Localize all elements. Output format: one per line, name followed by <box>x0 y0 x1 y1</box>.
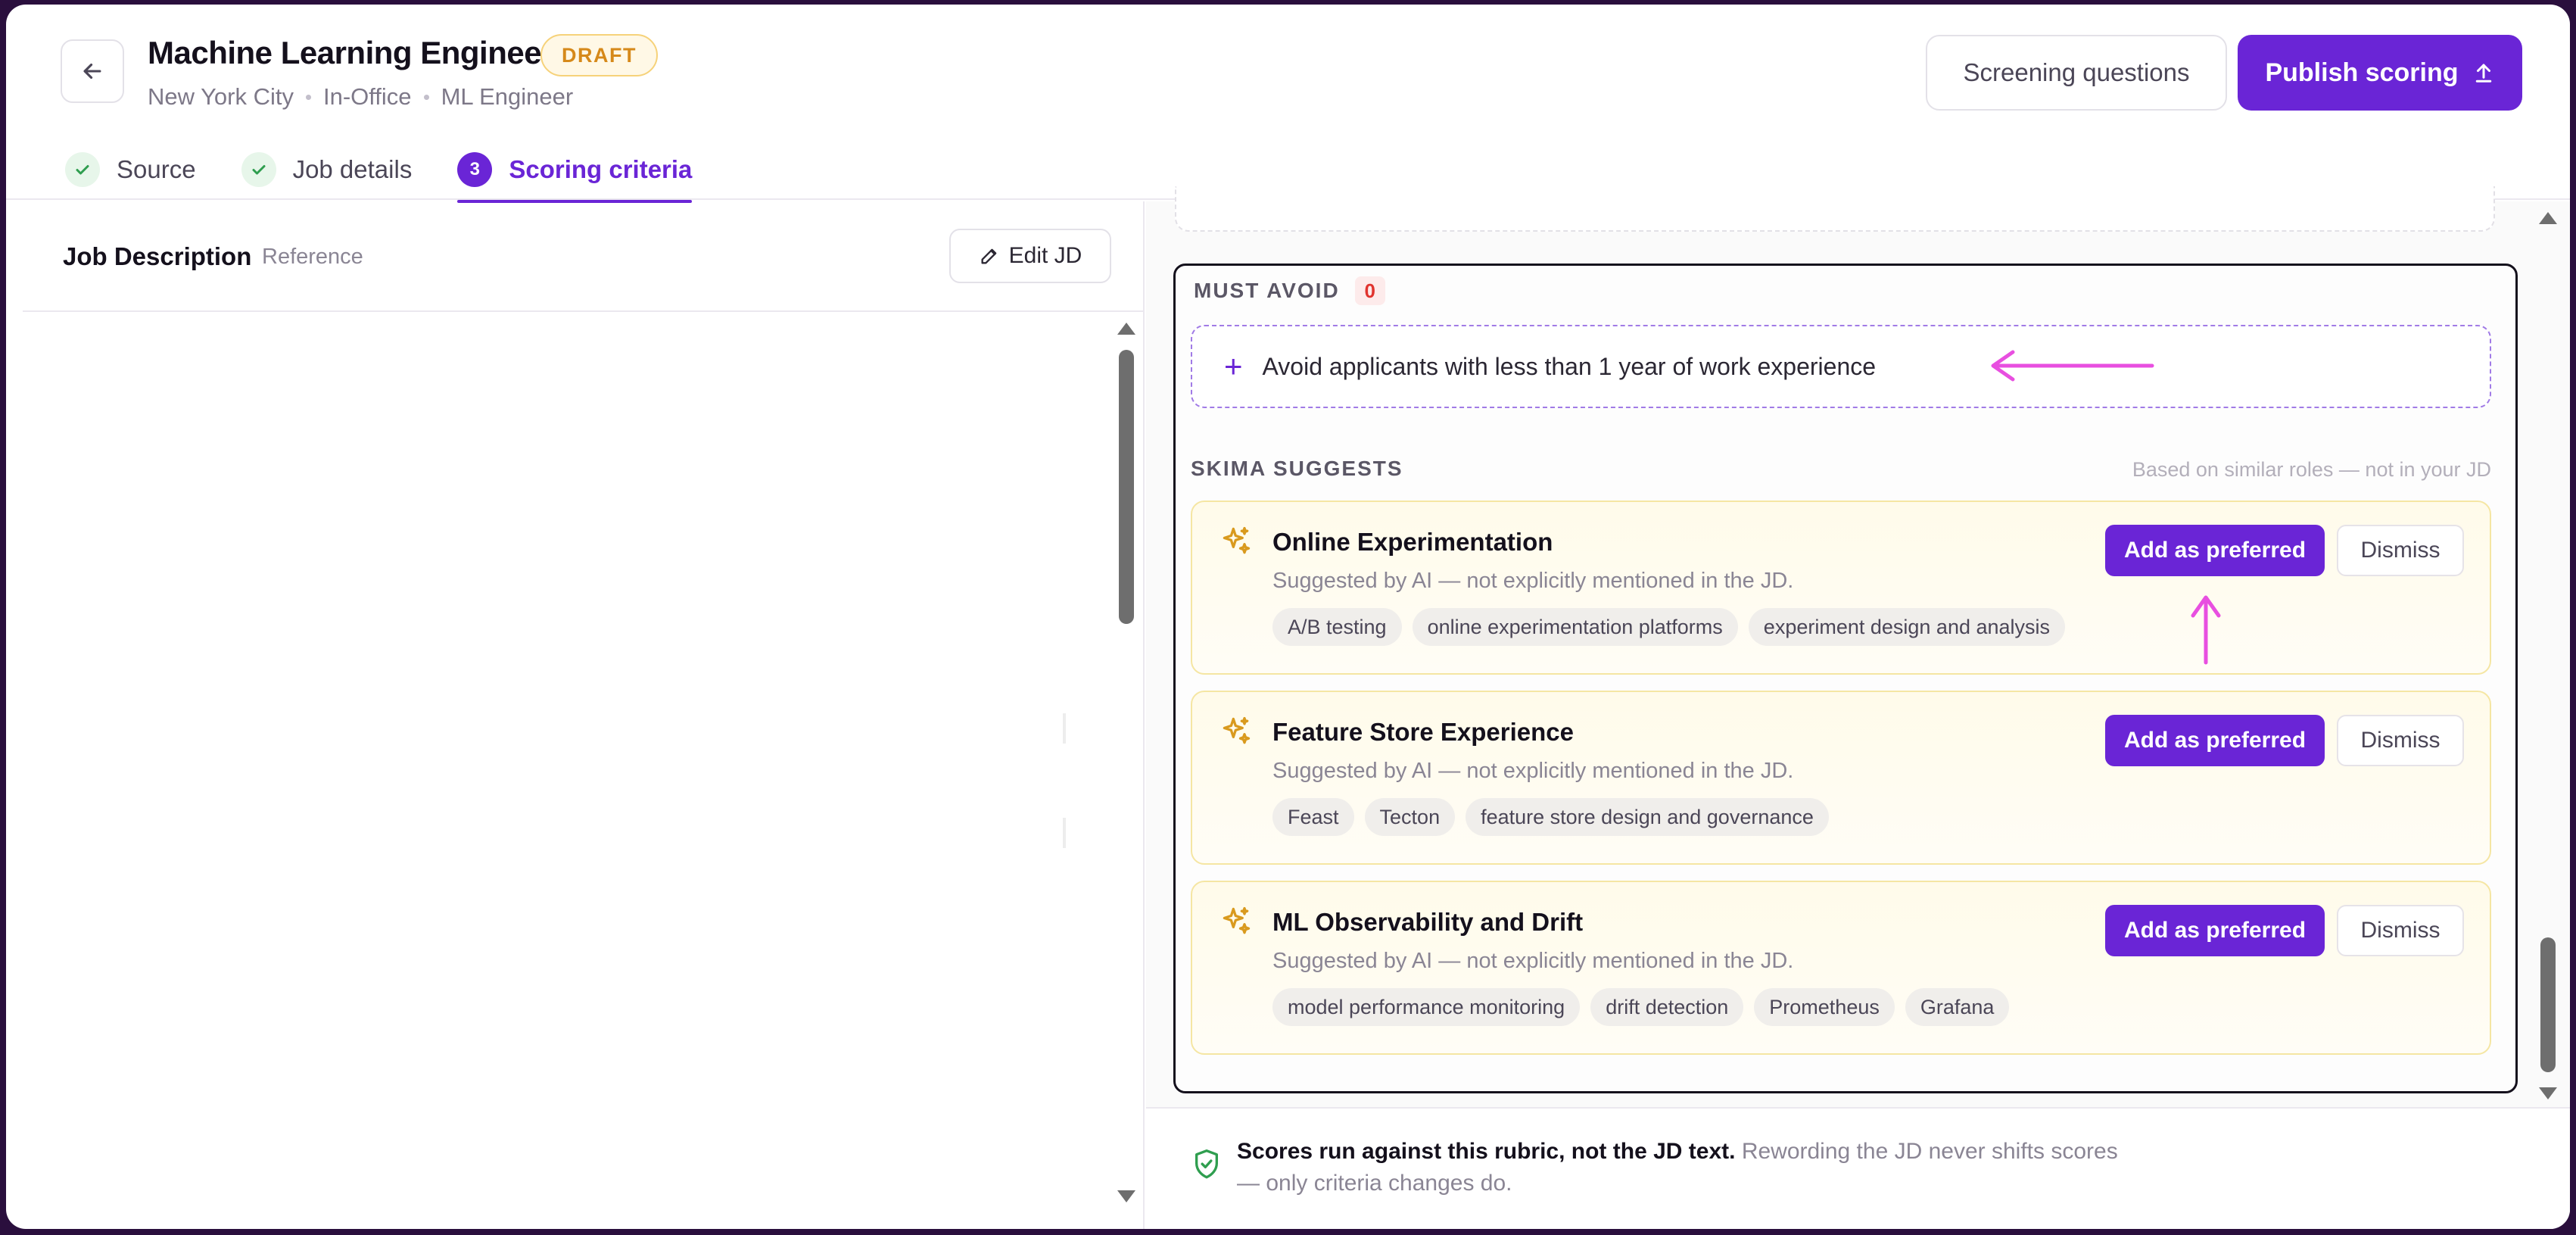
add-as-preferred-button[interactable]: Add as preferred <box>2105 525 2325 576</box>
scroll-up-icon[interactable] <box>1116 320 1137 338</box>
tab-scoring-criteria[interactable]: 3 Scoring criteria <box>457 139 693 203</box>
suggestion-title: ML Observability and Drift <box>1272 908 1584 936</box>
app-window: Machine Learning Engineer DRAFT New York… <box>6 5 2570 1229</box>
step-number-badge: 3 <box>457 152 493 187</box>
must-avoid-input-text: Avoid applicants with less than 1 year o… <box>1262 352 1877 380</box>
suggestion-tags: model performance monitoring drift detec… <box>1272 988 2010 1026</box>
publish-scoring-label: Publish scoring <box>2265 58 2459 87</box>
scrollbar-thumb[interactable] <box>2540 937 2556 1072</box>
shield-check-icon <box>1195 1149 1218 1179</box>
tab-job-details[interactable]: Job details <box>241 139 413 200</box>
job-description-panel: Job Description Reference Edit JD <box>23 201 1145 1229</box>
check-icon <box>65 152 100 187</box>
add-as-preferred-button[interactable]: Add as preferred <box>2105 905 2325 956</box>
dismiss-button[interactable]: Dismiss <box>2337 715 2464 766</box>
rubric-footer-text: Scores run against this rubric, not the … <box>1237 1136 2145 1199</box>
skill-tag: Grafana <box>1905 988 2010 1026</box>
skill-tag: online experimentation platforms <box>1412 608 1738 646</box>
suggestion-tags: A/B testing online experimentation platf… <box>1272 608 2066 646</box>
scrollbar-thumb[interactable] <box>1119 350 1134 624</box>
separator-dot <box>423 94 429 100</box>
suggestion-title: Online Experimentation <box>1272 528 1553 556</box>
suggestion-card: Feature Store Experience Suggested by AI… <box>1191 691 2491 865</box>
scroll-down-icon[interactable] <box>2537 1084 2559 1102</box>
suggestion-subtitle: Suggested by AI — not explicitly mention… <box>1272 569 1794 593</box>
job-description-header: Job Description Reference Edit JD <box>23 201 1143 312</box>
divider <box>1063 818 1066 848</box>
status-badge: DRAFT <box>540 34 658 76</box>
suggestion-title: Feature Store Experience <box>1272 718 1574 746</box>
skill-tag: A/B testing <box>1272 608 1402 646</box>
pencil-icon <box>981 248 996 264</box>
arrow-left-icon <box>83 63 101 80</box>
separator-dot <box>305 94 311 100</box>
must-avoid-title: MUST AVOID <box>1194 279 1340 302</box>
scroll-up-icon[interactable] <box>2537 209 2559 227</box>
step-tabs: Source Job details 3 Scoring criteria <box>65 139 737 203</box>
must-avoid-count: 0 <box>1354 276 1385 305</box>
skill-tag: experiment design and analysis <box>1748 608 2066 646</box>
sparkle-icon <box>1223 906 1251 934</box>
add-as-preferred-button[interactable]: Add as preferred <box>2105 715 2325 766</box>
publish-scoring-button[interactable]: Publish scoring <box>2238 35 2522 111</box>
skill-tag: Tecton <box>1364 798 1456 836</box>
job-description-title: Job Description <box>63 242 252 270</box>
scoring-criteria-panel: MUST AVOID 0 + Avoid applicants with les… <box>1146 186 2570 1229</box>
plus-icon: + <box>1224 348 1243 384</box>
skill-tag: Prometheus <box>1754 988 1895 1026</box>
annotation-arrow-up-icon <box>2191 595 2221 665</box>
edit-jd-button[interactable]: Edit JD <box>949 229 1111 283</box>
upload-icon <box>2475 64 2491 83</box>
tab-source[interactable]: Source <box>65 139 196 200</box>
suggestions-title: SKIMA SUGGESTS <box>1191 457 1403 480</box>
sparkle-icon <box>1223 526 1251 554</box>
page-header: Machine Learning Engineer DRAFT New York… <box>6 5 2570 203</box>
previous-section-edge <box>1175 186 2495 232</box>
dismiss-button[interactable]: Dismiss <box>2337 905 2464 956</box>
suggestion-card: Online Experimentation Suggested by AI —… <box>1191 501 2491 675</box>
suggestions-header: SKIMA SUGGESTS Based on similar roles — … <box>1191 457 2491 487</box>
add-must-avoid-input[interactable]: + Avoid applicants with less than 1 year… <box>1191 325 2491 408</box>
job-meta: New York City In-Office ML Engineer <box>148 83 573 111</box>
check-icon <box>241 152 276 187</box>
tab-job-details-label: Job details <box>292 155 413 183</box>
skill-tag: model performance monitoring <box>1272 988 1581 1026</box>
skill-tag: Feast <box>1272 798 1354 836</box>
rubric-footer: Scores run against this rubric, not the … <box>1146 1107 2570 1229</box>
job-location: New York City <box>148 83 294 110</box>
scroll-down-icon[interactable] <box>1116 1187 1137 1205</box>
skill-tag: feature store design and governance <box>1466 798 1829 836</box>
back-button[interactable] <box>61 39 124 103</box>
skill-tag: drift detection <box>1590 988 1744 1026</box>
must-avoid-heading: MUST AVOID 0 <box>1194 276 1385 305</box>
job-description-subtitle: Reference <box>262 245 363 269</box>
job-work-mode: In-Office <box>322 83 412 110</box>
dismiss-button[interactable]: Dismiss <box>2337 525 2464 576</box>
suggestion-subtitle: Suggested by AI — not explicitly mention… <box>1272 759 1794 783</box>
edit-jd-label: Edit JD <box>1008 243 1082 268</box>
suggestions-note: Based on similar roles — not in your JD <box>2132 458 2491 481</box>
sparkle-icon <box>1223 716 1251 744</box>
divider <box>1063 713 1066 744</box>
job-role: ML Engineer <box>441 83 574 110</box>
annotation-arrow-left-icon <box>1991 350 2154 382</box>
suggestion-subtitle: Suggested by AI — not explicitly mention… <box>1272 949 1794 973</box>
suggestion-tags: Feast Tecton feature store design and go… <box>1272 798 1829 836</box>
rubric-footer-bold: Scores run against this rubric, not the … <box>1237 1139 1736 1164</box>
tab-scoring-criteria-label: Scoring criteria <box>509 155 693 183</box>
page-title: Machine Learning Engineer <box>148 35 553 70</box>
tab-source-label: Source <box>117 155 196 183</box>
criteria-section: MUST AVOID 0 + Avoid applicants with les… <box>1173 264 2518 1093</box>
suggestion-card: ML Observability and Drift Suggested by … <box>1191 881 2491 1055</box>
screening-questions-button[interactable]: Screening questions <box>1926 35 2227 111</box>
